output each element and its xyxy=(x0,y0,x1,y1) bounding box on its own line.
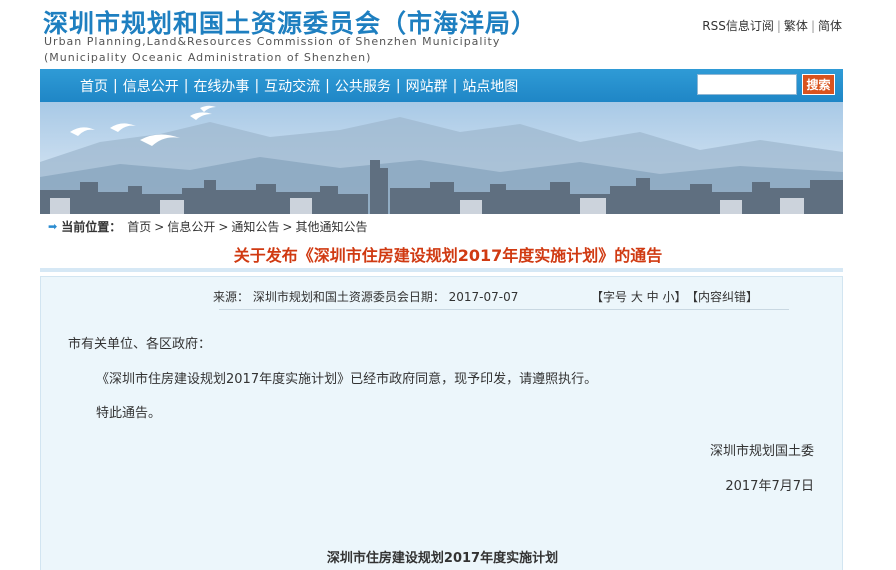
article-title: 关于发布《深圳市住房建设规划2017年度实施计划》的通告 xyxy=(233,246,663,265)
breadcrumb: ➡ 当前位置： 首页 > 信息公开 > 通知公告 > 其他通知公告 xyxy=(48,218,367,235)
nav-separator: | xyxy=(113,77,118,94)
nav-item-site-map[interactable]: 站点地图 xyxy=(462,76,518,96)
breadcrumb-label: 当前位置： xyxy=(61,220,122,234)
article-source-date: 来源： 深圳市规划和国土资源委员会日期： 2017-07-07 xyxy=(213,290,519,304)
nav-item-online-services[interactable]: 在线办事 xyxy=(193,76,249,96)
search-input[interactable] xyxy=(697,74,797,95)
cityscape-illustration xyxy=(40,105,843,214)
article-date: 2017年7月7日 xyxy=(725,479,814,494)
nav-separator: | xyxy=(183,77,189,94)
nav-item-home[interactable]: 首页 xyxy=(80,76,108,96)
bird-icon xyxy=(110,123,136,132)
nav-item-info-disclosure[interactable]: 信息公开 xyxy=(123,76,179,96)
nav-separator: | xyxy=(325,77,330,94)
article-signature: 深圳市规划国土委 xyxy=(709,444,814,459)
site-header: 深圳市规划和国土资源委员会（市海洋局） Urban Planning,Land&… xyxy=(0,0,896,68)
nav-item-site-group[interactable]: 网站群 xyxy=(406,76,448,96)
article-content: 来源： 深圳市规划和国土资源委员会日期： 2017-07-07 【字号 大 中 … xyxy=(40,276,843,570)
article-main-paragraph: 《深圳市住房建设规划2017年度实施计划》已经市政府同意，现予印发，请遵照执行。 xyxy=(96,372,598,387)
content-correction-link[interactable]: 【内容纠错】 xyxy=(686,288,758,305)
nav-separator: | xyxy=(395,77,401,94)
main-nav: 首页 | 信息公开 | 在线办事 | 互动交流 | 公共服务 | 网站群 | 站… xyxy=(40,69,843,102)
top-links: RSS信息订阅 | 繁体 | 简体 xyxy=(702,17,842,34)
link-separator: | xyxy=(776,19,781,33)
nav-separator: | xyxy=(452,77,458,94)
nav-item-public-services[interactable]: 公共服务 xyxy=(335,76,391,96)
link-separator: | xyxy=(810,19,815,33)
nav-separator: | xyxy=(254,77,260,94)
article-addressee: 市有关单位、各区政府： xyxy=(68,337,212,352)
bird-icon xyxy=(200,105,216,112)
meta-divider xyxy=(219,309,789,310)
breadcrumb-item-home[interactable]: 首页 xyxy=(127,218,151,235)
arrow-right-icon: ➡ xyxy=(48,220,58,233)
breadcrumb-item-notices[interactable]: 通知公告 xyxy=(231,218,279,235)
bird-icon xyxy=(190,112,212,120)
breadcrumb-item-other-notices[interactable]: 其他通知公告 xyxy=(295,218,367,235)
breadcrumb-separator: > xyxy=(154,219,165,234)
nav-items: 首页 | 信息公开 | 在线办事 | 互动交流 | 公共服务 | 网站群 | 站… xyxy=(80,69,518,102)
rss-link[interactable]: RSS信息订阅 xyxy=(702,19,774,33)
breadcrumb-separator: > xyxy=(282,219,293,234)
search-button[interactable]: 搜索 xyxy=(802,74,835,95)
site-title-english: Urban Planning,Land&Resources Commission… xyxy=(44,35,501,48)
article-notice: 特此通告。 xyxy=(96,406,162,421)
traditional-chinese-link[interactable]: 繁体 xyxy=(784,19,808,33)
site-subtitle-english: (Municipality Oceanic Administration of … xyxy=(44,51,372,64)
banner-image xyxy=(40,102,843,214)
bird-icon xyxy=(70,127,95,136)
font-size-control[interactable]: 【字号 大 中 小】 xyxy=(591,288,686,305)
breadcrumb-item-info-disclosure[interactable]: 信息公开 xyxy=(167,218,215,235)
breadcrumb-separator: > xyxy=(218,219,229,234)
title-divider xyxy=(40,268,843,272)
nav-item-interaction[interactable]: 互动交流 xyxy=(264,76,320,96)
article-subtitle: 深圳市住房建设规划2017年度实施计划 xyxy=(326,551,559,566)
simplified-chinese-link[interactable]: 简体 xyxy=(818,19,842,33)
